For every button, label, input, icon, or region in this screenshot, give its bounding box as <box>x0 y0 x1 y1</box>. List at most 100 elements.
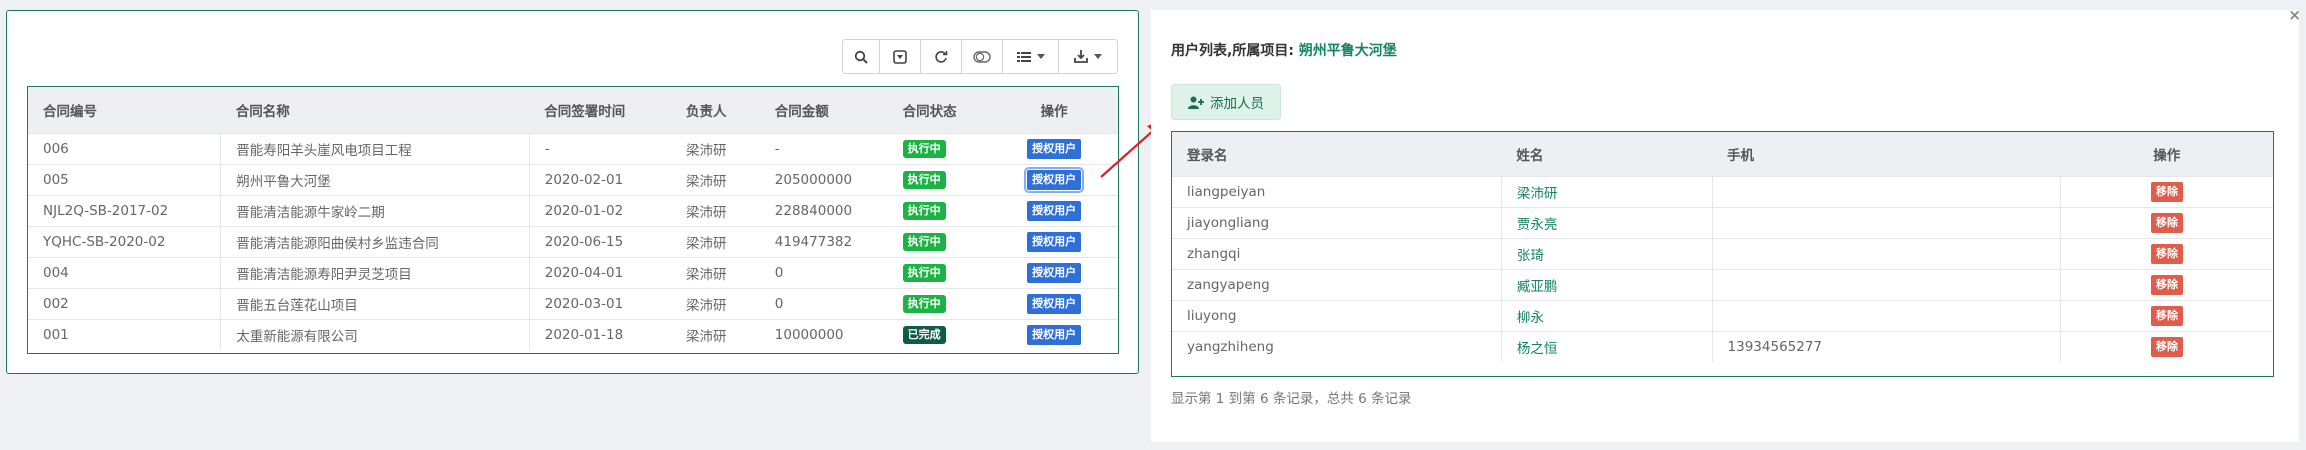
status-cell: 执行中 <box>888 257 991 288</box>
status-badge: 执行中 <box>902 201 946 220</box>
search-button[interactable] <box>842 39 880 74</box>
remove-button[interactable]: 移除 <box>2150 243 2183 264</box>
contract-panel: 合同编号 合同名称 合同签署时间 负责人 合同金额 合同状态 操作 006 晋能… <box>6 10 1139 374</box>
authorize-user-button[interactable]: 授权用户 <box>1027 138 1082 159</box>
export-button[interactable] <box>1058 39 1118 74</box>
authorize-user-button[interactable]: 授权用户 <box>1027 324 1082 345</box>
user-name: 张琦 <box>1500 238 1713 269</box>
contract-code: 002 <box>43 295 69 312</box>
contract-name: 晋能清洁能源阳曲侯村乡监违合同 <box>220 226 530 257</box>
dialog-title: 用户列表,所属项目: 朔州平鲁大河堡 <box>1171 40 1397 60</box>
contract-code: YQHC-SB-2020-02 <box>43 233 166 250</box>
dialog-title-prefix: 用户列表,所属项目: <box>1171 43 1299 59</box>
pagination-info: 显示第 1 到第 6 条记录，总共 6 条记录 <box>1171 391 1412 407</box>
contract-code: 004 <box>43 264 69 281</box>
header-name: 姓名 <box>1516 147 1544 164</box>
columns-button[interactable] <box>1002 39 1059 74</box>
action-cell: 授权用户 <box>990 288 1118 319</box>
action-cell: 授权用户 <box>990 319 1118 350</box>
user-list-dialog: × 用户列表,所属项目: 朔州平鲁大河堡 添加人员 登录名 姓名 手机 操作 l… <box>1151 6 2301 442</box>
toggle-icon <box>893 49 907 64</box>
login-name: jiayongliang <box>1187 214 1270 231</box>
table-row[interactable]: 001 太重新能源有限公司 2020-01-18 梁沛研 10000000 已完… <box>28 319 1118 350</box>
user-table-header: 登录名 姓名 手机 操作 <box>1172 132 2273 176</box>
action-cell: 移除 <box>2059 238 2273 269</box>
authorize-user-button[interactable]: 授权用户 <box>1027 231 1082 252</box>
login-name: yangzhiheng <box>1187 338 1274 355</box>
contract-name: 太重新能源有限公司 <box>220 319 530 350</box>
action-cell: 移除 <box>2059 207 2273 238</box>
sign-date: 2020-03-01 <box>528 288 671 319</box>
amount: 419477382 <box>774 233 853 250</box>
status-badge: 执行中 <box>902 294 946 313</box>
header-login: 登录名 <box>1187 147 1228 164</box>
contract-table-header: 合同编号 合同名称 合同签署时间 负责人 合同金额 合同状态 操作 <box>28 87 1118 133</box>
user-name: 柳永 <box>1500 300 1713 331</box>
login-name: zangyapeng <box>1187 276 1270 293</box>
table-row[interactable]: 004 晋能清洁能源寿阳尹灵芝项目 2020-04-01 梁沛研 0 执行中 授… <box>28 257 1118 288</box>
sign-date: 2020-02-01 <box>528 164 671 195</box>
add-user-label: 添加人员 <box>1210 96 1264 112</box>
close-icon[interactable]: × <box>2288 6 2301 24</box>
header-owner[interactable]: 负责人 <box>671 87 760 133</box>
owner: 梁沛研 <box>685 173 727 190</box>
login-name: liuyong <box>1187 307 1237 324</box>
header-amount[interactable]: 合同金额 <box>760 87 888 133</box>
header-contract-code[interactable]: 合同编号 <box>28 87 221 133</box>
user-table: 登录名 姓名 手机 操作 liangpeiyan 梁沛研 移除 jiayongl… <box>1171 131 2274 377</box>
contract-name: 晋能清洁能源寿阳尹灵芝项目 <box>220 257 530 288</box>
remove-button[interactable]: 移除 <box>2150 212 2183 233</box>
contract-code: 005 <box>43 171 69 188</box>
table-row[interactable]: 005 朔州平鲁大河堡 2020-02-01 梁沛研 205000000 执行中… <box>28 164 1118 195</box>
table-row[interactable]: zhangqi 张琦 移除 <box>1172 238 2273 269</box>
phone <box>1711 176 2061 207</box>
remove-button[interactable]: 移除 <box>2150 274 2183 295</box>
sign-date: 2020-04-01 <box>528 257 671 288</box>
header-sign-date[interactable]: 合同签署时间 <box>529 87 671 133</box>
contract-name: 晋能五台莲花山项目 <box>220 288 530 319</box>
header-contract-name[interactable]: 合同名称 <box>221 87 530 133</box>
sign-date: 2020-01-18 <box>528 319 671 350</box>
authorize-user-button[interactable]: 授权用户 <box>1027 293 1082 314</box>
add-user-button[interactable]: 添加人员 <box>1171 84 1281 120</box>
remove-button[interactable]: 移除 <box>2150 305 2183 326</box>
user-name: 贾永亮 <box>1500 207 1713 238</box>
header-status[interactable]: 合同状态 <box>888 87 991 133</box>
table-row[interactable]: YQHC-SB-2020-02 晋能清洁能源阳曲侯村乡监违合同 2020-06-… <box>28 226 1118 257</box>
project-name: 朔州平鲁大河堡 <box>1298 43 1397 59</box>
table-row[interactable]: liuyong 柳永 移除 <box>1172 300 2273 331</box>
screen: 合同编号 合同名称 合同签署时间 负责人 合同金额 合同状态 操作 006 晋能… <box>0 0 2306 450</box>
phone: 13934565277 <box>1711 331 2061 362</box>
table-row[interactable]: 006 晋能寿阳羊头崖风电项目工程 - 梁沛研 - 执行中 授权用户 <box>28 133 1118 164</box>
header-phone: 手机 <box>1727 147 1755 164</box>
chevron-down-icon <box>1094 54 1102 59</box>
contract-code: 006 <box>43 140 69 157</box>
amount: 0 <box>774 295 784 312</box>
authorize-user-button[interactable]: 授权用户 <box>1027 262 1082 283</box>
table-row[interactable]: zangyapeng 臧亚鹏 移除 <box>1172 269 2273 300</box>
status-badge: 已完成 <box>902 325 946 344</box>
refresh-icon <box>935 50 948 63</box>
phone <box>1711 207 2061 238</box>
toggle-view-button[interactable] <box>879 39 921 74</box>
remove-button[interactable]: 移除 <box>2150 181 2183 202</box>
switch-button[interactable] <box>961 39 1003 74</box>
table-row[interactable]: yangzhiheng 杨之恒 13934565277 移除 <box>1172 331 2273 362</box>
status-badge: 执行中 <box>902 232 946 251</box>
status-cell: 已完成 <box>888 319 991 350</box>
action-cell: 移除 <box>2059 331 2273 362</box>
table-row[interactable]: NJL2Q-SB-2017-02 晋能清洁能源牛家岭二期 2020-01-02 … <box>28 195 1118 226</box>
contract-name: 晋能寿阳羊头崖风电项目工程 <box>220 133 530 164</box>
export-icon <box>1074 50 1088 63</box>
table-row[interactable]: liangpeiyan 梁沛研 移除 <box>1172 176 2273 207</box>
refresh-button[interactable] <box>920 39 962 74</box>
table-row[interactable]: jiayongliang 贾永亮 移除 <box>1172 207 2273 238</box>
table-row[interactable]: 002 晋能五台莲花山项目 2020-03-01 梁沛研 0 执行中 授权用户 <box>28 288 1118 319</box>
contract-name: 晋能清洁能源牛家岭二期 <box>220 195 530 226</box>
remove-button[interactable]: 移除 <box>2150 336 2183 357</box>
owner: 梁沛研 <box>685 142 727 159</box>
amount: - <box>774 140 780 157</box>
authorize-user-button[interactable]: 授权用户 <box>1024 166 1085 193</box>
authorize-user-button[interactable]: 授权用户 <box>1027 200 1082 221</box>
amount: 205000000 <box>774 171 853 188</box>
